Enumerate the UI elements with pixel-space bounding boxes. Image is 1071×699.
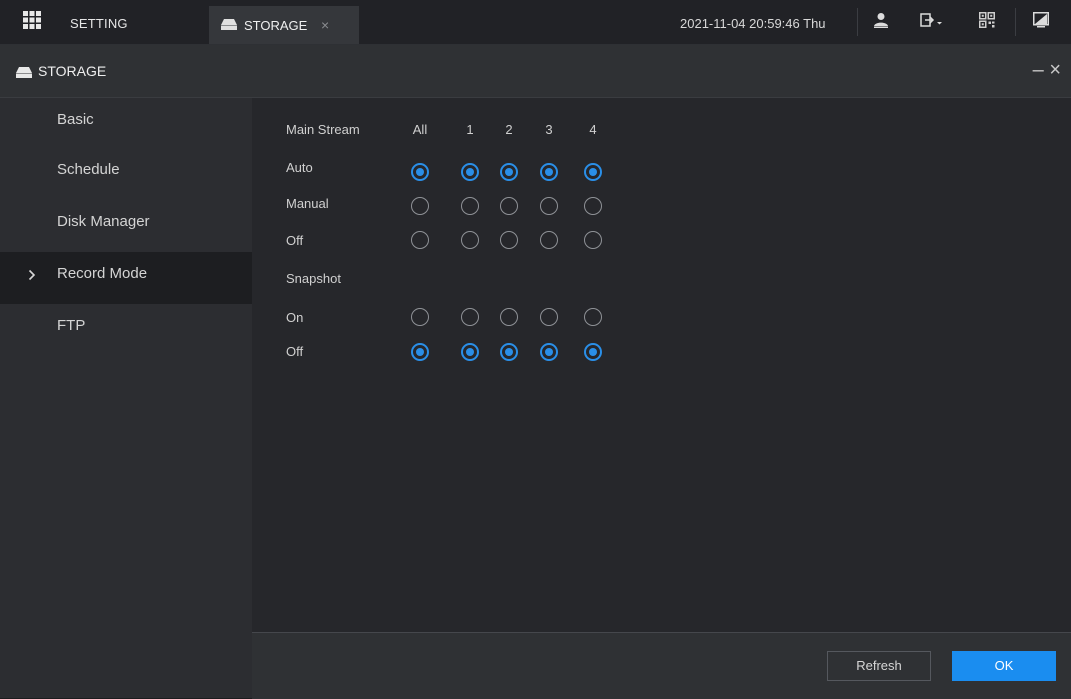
- manual-all-radio[interactable]: [411, 197, 429, 215]
- snapshot-on-all-radio[interactable]: [411, 308, 429, 326]
- storage-drive-icon: [16, 67, 32, 78]
- user-icon[interactable]: [874, 12, 888, 28]
- tab-storage[interactable]: STORAGE ×: [209, 6, 359, 44]
- close-window-button[interactable]: ×: [1049, 59, 1061, 81]
- off-channel-1-radio[interactable]: [461, 231, 479, 249]
- manual-channel-1-radio[interactable]: [461, 197, 479, 215]
- storage-drive-icon: [221, 19, 237, 30]
- sidebar-item-label: Schedule: [57, 161, 120, 178]
- auto-channel-1-radio[interactable]: [461, 163, 479, 181]
- sidebar-item-ftp[interactable]: FTP: [0, 304, 252, 356]
- snapshot-on-label: On: [286, 310, 304, 325]
- toolbar-divider: [1015, 8, 1016, 36]
- snapshot-on-channel-2-radio[interactable]: [500, 308, 518, 326]
- snapshot-off-label: Off: [286, 344, 304, 359]
- manual-row-label: Manual: [286, 196, 329, 211]
- top-bar: SETTING STORAGE × 2021-11-04 20:59:46 Th…: [0, 0, 1071, 45]
- snapshot-off-channel-1-radio[interactable]: [461, 343, 479, 361]
- column-header-all: All: [412, 122, 428, 137]
- manual-channel-3-radio[interactable]: [540, 197, 558, 215]
- sidebar-item-record-mode[interactable]: Record Mode: [0, 252, 252, 304]
- setting-menu-label[interactable]: SETTING: [70, 16, 128, 31]
- auto-all-radio[interactable]: [411, 163, 429, 181]
- off-channel-3-radio[interactable]: [540, 231, 558, 249]
- chevron-right-icon: [28, 269, 36, 281]
- snapshot-label: Snapshot: [286, 271, 341, 286]
- off-all-radio[interactable]: [411, 231, 429, 249]
- snapshot-off-channel-2-radio[interactable]: [500, 343, 518, 361]
- off-row-label: Off: [286, 233, 304, 248]
- sidebar-item-disk-manager[interactable]: Disk Manager: [0, 200, 252, 252]
- snapshot-off-all-radio[interactable]: [411, 343, 429, 361]
- off-channel-2-radio[interactable]: [500, 231, 518, 249]
- refresh-button[interactable]: Refresh: [827, 651, 931, 681]
- ok-button[interactable]: OK: [952, 651, 1056, 681]
- off-channel-4-radio[interactable]: [584, 231, 602, 249]
- snapshot-off-channel-3-radio[interactable]: [540, 343, 558, 361]
- tab-close-icon[interactable]: ×: [321, 17, 329, 33]
- datetime-display: 2021-11-04 20:59:46 Thu: [680, 16, 826, 31]
- snapshot-on-channel-4-radio[interactable]: [584, 308, 602, 326]
- auto-channel-2-radio[interactable]: [500, 163, 518, 181]
- sidebar: Basic Schedule Disk Manager Record Mode …: [0, 98, 252, 698]
- qr-code-icon[interactable]: [979, 12, 995, 28]
- sidebar-item-label: Record Mode: [57, 265, 148, 282]
- main-menu-grid-icon[interactable]: [23, 11, 41, 29]
- monitor-display-icon[interactable]: [1033, 12, 1049, 28]
- snapshot-on-channel-3-radio[interactable]: [540, 308, 558, 326]
- auto-row-label: Auto: [286, 160, 313, 175]
- footer-bar: Refresh OK: [252, 632, 1071, 699]
- snapshot-off-channel-4-radio[interactable]: [584, 343, 602, 361]
- window-controls: – ×: [1033, 59, 1061, 82]
- snapshot-on-channel-1-radio[interactable]: [461, 308, 479, 326]
- window-title: STORAGE: [38, 63, 107, 79]
- column-header-channel-4: 4: [589, 122, 597, 137]
- sidebar-item-label: FTP: [57, 317, 86, 334]
- sidebar-item-label: Disk Manager: [57, 213, 150, 230]
- main-stream-label: Main Stream: [286, 122, 360, 137]
- manual-channel-2-radio[interactable]: [500, 197, 518, 215]
- sidebar-item-schedule[interactable]: Schedule: [0, 148, 252, 200]
- toolbar-divider: [857, 8, 858, 36]
- record-mode-panel: Main Stream All 1 2 3 4 Auto Manual Off …: [252, 98, 1071, 632]
- column-header-channel-2: 2: [505, 122, 513, 137]
- column-header-channel-3: 3: [545, 122, 553, 137]
- logout-icon[interactable]: [920, 12, 942, 28]
- minimize-button[interactable]: –: [1033, 59, 1044, 81]
- tab-storage-label: STORAGE: [244, 18, 308, 33]
- manual-channel-4-radio[interactable]: [584, 197, 602, 215]
- sidebar-item-basic[interactable]: Basic: [0, 98, 252, 150]
- window-title-bar: STORAGE – ×: [0, 45, 1071, 98]
- column-header-channel-1: 1: [466, 122, 474, 137]
- auto-channel-4-radio[interactable]: [584, 163, 602, 181]
- sidebar-item-label: Basic: [57, 111, 94, 128]
- auto-channel-3-radio[interactable]: [540, 163, 558, 181]
